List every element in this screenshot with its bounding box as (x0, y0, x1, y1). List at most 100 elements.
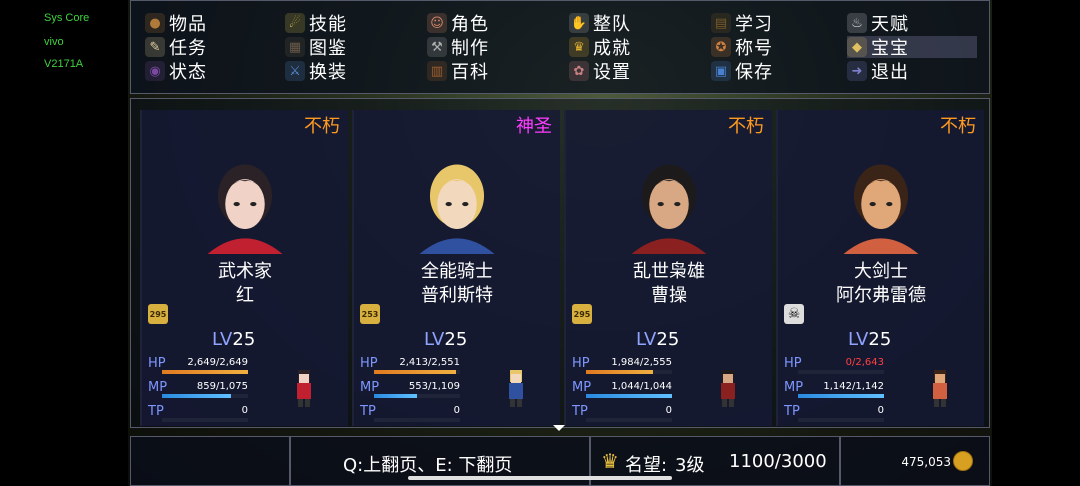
fame-label: 名望: (625, 455, 668, 476)
character-class: 大剑士 (854, 261, 908, 282)
armor-icon: ⚔ (285, 61, 305, 81)
character-card[interactable]: 不朽 乱世枭雄 曹操 295 LV25 HP 1,984/2,555 MP 1,044/1,04… (564, 110, 772, 426)
menu-item-13[interactable]: ⚔ 换装 (285, 60, 347, 83)
tp-stat: TP 0 (360, 404, 460, 422)
fame-progress: 1100/3000 (729, 451, 827, 472)
system-overlay: Sys Core vivo V2171A (0, 0, 128, 486)
home-indicator (408, 476, 672, 480)
level-display: LV25 (848, 329, 891, 350)
menu-item-7[interactable]: ▦ 图鉴 (285, 36, 347, 59)
level-badge: 295 (572, 304, 592, 324)
tp-label: TP (360, 404, 376, 419)
main-menu: ● 物品 ☄ 技能 ☺ 角色 ✋ 整队 ▤ 学习 ♨ 天赋 ✎ 任务 ▦ 图鉴 ⚒ 制作 ♛ 成就 ✪ 称号 ◆ 宝宝 ◉ 状态 ⚔… (130, 0, 990, 94)
hand-flag-icon: ✋ (569, 13, 589, 33)
scroll-down-arrow[interactable] (553, 425, 565, 431)
hp-stat: HP 2,413/2,551 (360, 356, 460, 374)
hp-bar-fill (586, 370, 654, 374)
menu-item-label: 称号 (735, 38, 773, 59)
swirl-icon: ☄ (285, 13, 305, 33)
level-badge: 253 (360, 304, 380, 324)
mp-bar-fill (586, 394, 672, 398)
mp-bar-fill (798, 394, 884, 398)
character-portrait (631, 164, 707, 254)
character-card[interactable]: 神圣 全能骑士 普利斯特 253 LV25 HP 2,413/2,551 MP 553/1,10… (352, 110, 560, 426)
menu-item-11[interactable]: ◆ 宝宝 (847, 36, 977, 59)
level-display: LV25 (636, 329, 679, 350)
paging-hint: Q:上翻页、E: 下翻页 (343, 455, 513, 476)
mp-value: 859/1,075 (196, 381, 248, 392)
tp-stat: TP 0 (572, 404, 672, 422)
menu-item-label: 天赋 (871, 14, 909, 35)
masks-icon: ☺ (427, 13, 447, 33)
mp-stat: MP 859/1,075 (148, 380, 248, 398)
menu-item-2[interactable]: ☺ 角色 (427, 12, 489, 35)
hp-value: 1,984/2,555 (611, 357, 672, 368)
tp-value: 0 (453, 405, 460, 416)
character-portrait (843, 164, 919, 254)
tp-stat: TP 0 (784, 404, 884, 422)
menu-item-12[interactable]: ◉ 状态 (145, 60, 207, 83)
character-class: 武术家 (218, 261, 272, 282)
level-prefix: LV (848, 329, 869, 350)
mp-label: MP (360, 380, 380, 395)
tp-value: 0 (665, 405, 672, 416)
menu-item-4[interactable]: ▤ 学习 (711, 12, 773, 35)
hp-stat: HP 1,984/2,555 (572, 356, 672, 374)
bottom-bar: Q:上翻页、E: 下翻页 ♛ 名望: 3级 1100/3000 475,053 (130, 436, 990, 486)
level-value: 25 (868, 329, 892, 350)
menu-item-15[interactable]: ✿ 设置 (569, 60, 631, 83)
hp-label: HP (148, 356, 166, 371)
duck-icon: ◆ (847, 37, 867, 57)
menu-item-14[interactable]: ▥ 百科 (427, 60, 489, 83)
menu-item-label: 制作 (451, 38, 489, 59)
rank-label: 不朽 (304, 116, 340, 137)
tp-label: TP (572, 404, 588, 419)
menu-item-16[interactable]: ▣ 保存 (711, 60, 773, 83)
level-prefix: LV (212, 329, 233, 350)
menu-item-label: 状态 (169, 62, 207, 83)
menu-item-5[interactable]: ♨ 天赋 (847, 12, 909, 35)
sys-line-3: V2171A (44, 58, 84, 70)
menu-item-label: 百科 (451, 62, 489, 83)
orb-icon: ◉ (145, 61, 165, 81)
bottom-seg-gold: 475,053 (840, 436, 990, 486)
menu-item-label: 退出 (871, 62, 909, 83)
right-letterbox (992, 0, 1080, 486)
menu-item-8[interactable]: ⚒ 制作 (427, 36, 489, 59)
hp-value: 2,649/2,649 (187, 357, 248, 368)
sys-line-2: vivo (44, 36, 64, 48)
menu-item-3[interactable]: ✋ 整队 (569, 12, 631, 35)
scroll-icon: ✎ (145, 37, 165, 57)
bag-icon: ● (145, 13, 165, 33)
character-sprite (297, 370, 311, 407)
character-card[interactable]: 不朽 大剑士 阿尔弗雷德 ☠ LV25 HP 0/2,643 MP 1,142/1,142 TP 0 (776, 110, 984, 426)
mp-label: MP (148, 380, 168, 395)
tp-label: TP (784, 404, 800, 419)
menu-item-label: 图鉴 (309, 38, 347, 59)
mp-bar-fill (374, 394, 417, 398)
level-value: 25 (444, 329, 468, 350)
menu-item-label: 保存 (735, 62, 773, 83)
exit-icon: ➜ (847, 61, 867, 81)
mp-label: MP (784, 380, 804, 395)
menu-item-1[interactable]: ☄ 技能 (285, 12, 347, 35)
encyclopedia-icon: ▥ (427, 61, 447, 81)
menu-item-17[interactable]: ➜ 退出 (847, 60, 909, 83)
hp-bar-fill (162, 370, 248, 374)
bottom-seg-left (130, 436, 290, 486)
character-card[interactable]: 不朽 武术家红 295 LV25 HP 2,649/2,649 MP 859/1,075 TP 0 (140, 110, 348, 426)
character-name: 红 (236, 285, 254, 306)
character-portrait (419, 164, 495, 254)
tp-value: 0 (877, 405, 884, 416)
mp-value: 1,044/1,044 (611, 381, 672, 392)
hp-stat: HP 0/2,643 (784, 356, 884, 374)
menu-item-0[interactable]: ● 物品 (145, 12, 207, 35)
character-class: 全能骑士 (421, 261, 493, 282)
rank-label: 不朽 (940, 116, 976, 137)
menu-item-10[interactable]: ✪ 称号 (711, 36, 773, 59)
menu-item-6[interactable]: ✎ 任务 (145, 36, 207, 59)
menu-item-9[interactable]: ♛ 成就 (569, 36, 631, 59)
level-prefix: LV (424, 329, 445, 350)
menu-item-label: 技能 (309, 14, 347, 35)
character-sprite (509, 370, 523, 407)
